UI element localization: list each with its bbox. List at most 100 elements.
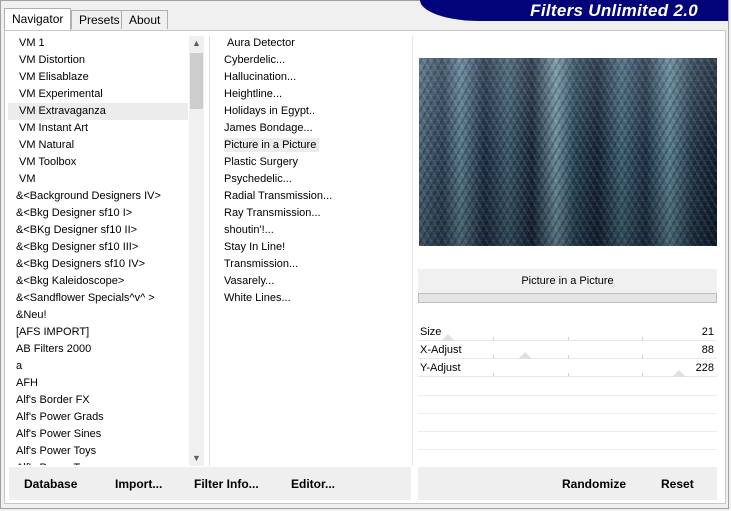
param-separator xyxy=(418,431,717,432)
import-button[interactable]: Import... xyxy=(115,477,162,491)
filter-item-label: Heightline... xyxy=(224,88,283,100)
filter-item[interactable]: shoutin'!... xyxy=(212,222,408,239)
category-item[interactable]: &<Bkg Designer sf10 III> xyxy=(8,239,188,256)
filter-item[interactable]: Vasarely... xyxy=(212,273,408,290)
param-slider-x-adjust[interactable]: X-Adjust 88 xyxy=(418,342,717,359)
filter-item[interactable]: Stay In Line! xyxy=(212,239,408,256)
slider-tick xyxy=(642,355,643,358)
filter-item[interactable]: Holidays in Egypt.. xyxy=(212,103,408,120)
slider-thumb[interactable] xyxy=(441,334,455,341)
tab-navigator[interactable]: Navigator xyxy=(4,8,72,30)
category-item[interactable]: &<BKg Designer sf10 II> xyxy=(8,222,188,239)
category-item[interactable]: &Neu! xyxy=(8,307,188,324)
chevron-down-icon[interactable]: ▼ xyxy=(189,451,204,466)
slider-tick xyxy=(642,337,643,340)
category-list[interactable]: VM 1 VM Distortion VM Elisablaze VM Experim… xyxy=(8,35,188,465)
filter-item[interactable]: Transmission... xyxy=(212,256,408,273)
filter-item[interactable]: Plastic Surgery xyxy=(212,154,408,171)
filter-item-label: Plastic Surgery xyxy=(224,156,298,168)
header-title: Filters Unlimited 2.0 xyxy=(530,1,698,20)
category-item[interactable]: &<Bkg Kaleidoscope> xyxy=(8,273,188,290)
slider-track[interactable] xyxy=(418,358,717,359)
category-item[interactable]: VM 1 xyxy=(8,35,188,52)
filter-item[interactable]: White Lines... xyxy=(212,290,408,307)
slider-thumb[interactable] xyxy=(672,370,686,377)
slider-tick xyxy=(568,355,569,358)
filter-item[interactable]: Psychedelic... xyxy=(212,171,408,188)
filter-progress-bar xyxy=(418,293,717,303)
filter-item-label: Radial Transmission... xyxy=(224,190,333,202)
filter-item-label: Picture in a Picture xyxy=(224,138,320,152)
filter-item-label: Vasarely... xyxy=(224,275,275,287)
param-label: X-Adjust xyxy=(420,344,462,356)
category-item[interactable]: VM Experimental xyxy=(8,86,188,103)
category-item[interactable]: AFH xyxy=(8,375,188,392)
slider-tick xyxy=(568,373,569,376)
category-item[interactable]: &<Background Designers IV> xyxy=(8,188,188,205)
category-item[interactable]: Alf's Border FX xyxy=(8,392,188,409)
category-item[interactable]: VM Distortion xyxy=(8,52,188,69)
filter-item[interactable]: Hallucination... xyxy=(212,69,408,86)
filter-item[interactable]: James Bondage... xyxy=(212,120,408,137)
category-item[interactable]: VM Extravaganza xyxy=(8,103,188,120)
category-item[interactable]: a xyxy=(8,358,188,375)
database-button[interactable]: Database xyxy=(24,477,77,491)
param-label: Size xyxy=(420,326,442,338)
param-slider-y-adjust[interactable]: Y-Adjust 228 xyxy=(418,360,717,377)
param-value: 21 xyxy=(701,326,714,338)
param-separator xyxy=(418,413,717,414)
filter-item-label: White Lines... xyxy=(224,292,291,304)
filter-item[interactable]: Aura Detector xyxy=(212,35,408,52)
param-slider-size[interactable]: Size 21 xyxy=(418,324,717,341)
randomize-button[interactable]: Randomize xyxy=(562,477,626,491)
slider-tick xyxy=(642,373,643,376)
param-value: 228 xyxy=(695,362,714,374)
filter-info-button[interactable]: Filter Info... xyxy=(194,477,259,491)
param-separator xyxy=(418,395,717,396)
category-item[interactable]: &<Bkg Designer sf10 I> xyxy=(8,205,188,222)
slider-tick xyxy=(493,337,494,340)
reset-button[interactable]: Reset xyxy=(661,477,694,491)
filter-item-label: Stay In Line! xyxy=(224,241,286,253)
category-item[interactable]: Alf's Power Toys xyxy=(8,460,188,465)
category-item[interactable]: VM Toolbox xyxy=(8,154,188,171)
filter-list[interactable]: Aura Detector Cyberdelic... Hallucination.… xyxy=(212,35,408,465)
filter-item-label: Hallucination... xyxy=(224,71,297,83)
filter-item-label: Aura Detector xyxy=(227,37,295,49)
slider-tick xyxy=(568,337,569,340)
category-item[interactable]: [AFS IMPORT] xyxy=(8,324,188,341)
tab-about[interactable]: About xyxy=(121,10,169,29)
slider-track[interactable] xyxy=(418,340,717,341)
category-item[interactable]: Alf's Power Sines xyxy=(8,426,188,443)
filter-item[interactable]: Picture in a Picture xyxy=(212,137,408,154)
editor-button[interactable]: Editor... xyxy=(291,477,335,491)
category-item[interactable]: VM xyxy=(8,171,188,188)
filter-item-label: Ray Transmission... xyxy=(224,207,321,219)
selected-filter-name: Picture in a Picture xyxy=(418,269,717,293)
panel-divider xyxy=(412,36,413,466)
filter-item[interactable]: Cyberdelic... xyxy=(212,52,408,69)
category-item[interactable]: &<Sandflower Specials^v^ > xyxy=(8,290,188,307)
slider-thumb[interactable] xyxy=(518,352,532,359)
category-item[interactable]: &<Bkg Designers sf10 IV> xyxy=(8,256,188,273)
filter-item[interactable]: Ray Transmission... xyxy=(212,205,408,222)
category-item[interactable]: VM Elisablaze xyxy=(8,69,188,86)
param-separator xyxy=(418,449,717,450)
category-item[interactable]: Alf's Power Grads xyxy=(8,409,188,426)
category-item[interactable]: VM Natural xyxy=(8,137,188,154)
param-value: 88 xyxy=(701,344,714,356)
filter-item-label: Psychedelic... xyxy=(224,173,292,185)
filter-item[interactable]: Radial Transmission... xyxy=(212,188,408,205)
filter-item-label: James Bondage... xyxy=(224,122,313,134)
category-item[interactable]: VM Instant Art xyxy=(8,120,188,137)
chevron-up-icon[interactable]: ▲ xyxy=(189,36,204,51)
filter-item[interactable]: Heightline... xyxy=(212,86,408,103)
scroll-thumb[interactable] xyxy=(190,53,203,109)
category-scrollbar[interactable]: ▲ ▼ xyxy=(189,36,204,466)
category-item[interactable]: Alf's Power Toys xyxy=(8,443,188,460)
filter-item-label: shoutin'!... xyxy=(224,224,274,236)
list-divider xyxy=(209,36,210,466)
category-item[interactable]: AB Filters 2000 xyxy=(8,341,188,358)
tab-presets[interactable]: Presets xyxy=(71,10,128,29)
filter-item-label: Holidays in Egypt.. xyxy=(224,105,316,117)
